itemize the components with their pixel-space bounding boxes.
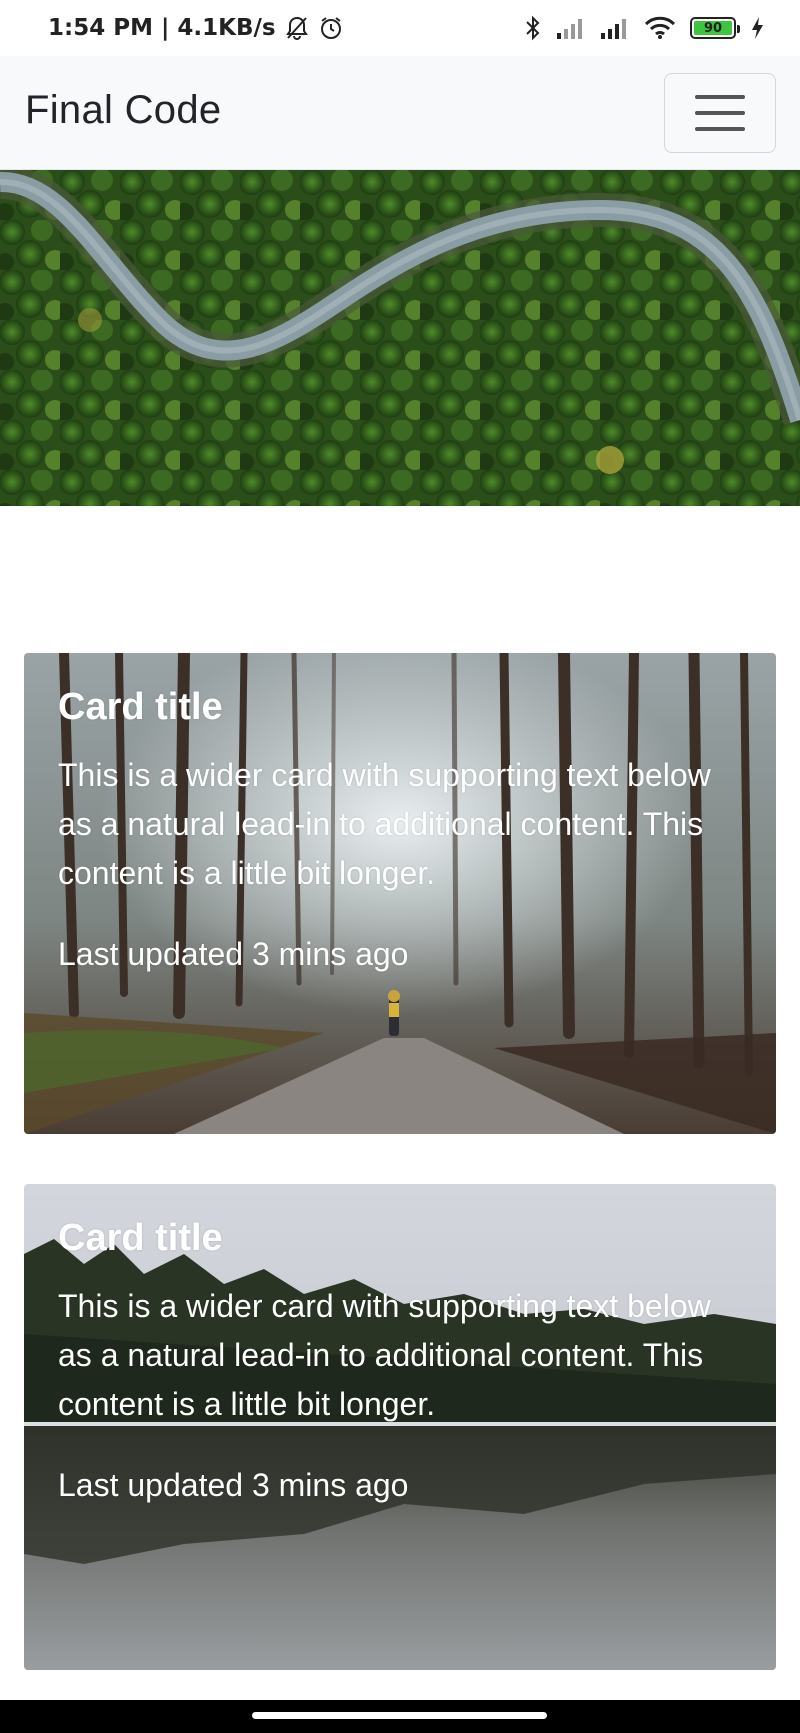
card-body: Card title This is a wider card with sup… — [58, 1214, 742, 1509]
network-speed: 4.1KB/s — [177, 15, 276, 41]
card-updated-text: Last updated 3 mins ago — [58, 1467, 409, 1503]
signal-icon — [556, 17, 586, 39]
card-body: Card title This is a wider card with sup… — [58, 683, 742, 978]
image-card[interactable]: Card title This is a wider card with sup… — [24, 653, 776, 1134]
alarm-icon — [318, 15, 344, 41]
battery-icon: 90 — [690, 17, 740, 39]
signal-icon — [600, 17, 630, 39]
card-title: Card title — [58, 686, 223, 728]
navbar: Final Code — [0, 56, 800, 170]
card-title: Card title — [58, 1217, 223, 1259]
battery-level: 90 — [703, 20, 723, 36]
navbar-brand[interactable]: Final Code — [25, 88, 221, 133]
charging-icon — [750, 16, 764, 40]
status-time: 1:54 PM — [48, 15, 153, 41]
image-card[interactable]: Card title This is a wider card with sup… — [24, 1184, 776, 1670]
hero-image — [0, 170, 800, 506]
card-text: This is a wider card with supporting tex… — [58, 1288, 711, 1422]
muted-bell-icon — [284, 15, 310, 41]
hamburger-menu-icon — [695, 95, 745, 99]
navbar-toggler-button[interactable] — [664, 73, 776, 153]
status-left: 1:54 PM | 4.1KB/s — [48, 15, 344, 41]
card-text: This is a wider card with supporting tex… — [58, 757, 711, 891]
wifi-icon — [644, 16, 676, 40]
status-right: 90 — [524, 15, 764, 41]
home-indicator[interactable] — [252, 1712, 547, 1719]
card-updated-text: Last updated 3 mins ago — [58, 936, 409, 972]
status-bar: 1:54 PM | 4.1KB/s 90 — [0, 0, 800, 56]
aerial-forest-road-image — [0, 170, 800, 506]
bluetooth-icon — [524, 15, 542, 41]
status-separator: | — [160, 15, 170, 41]
system-navigation-bar — [0, 1700, 800, 1733]
